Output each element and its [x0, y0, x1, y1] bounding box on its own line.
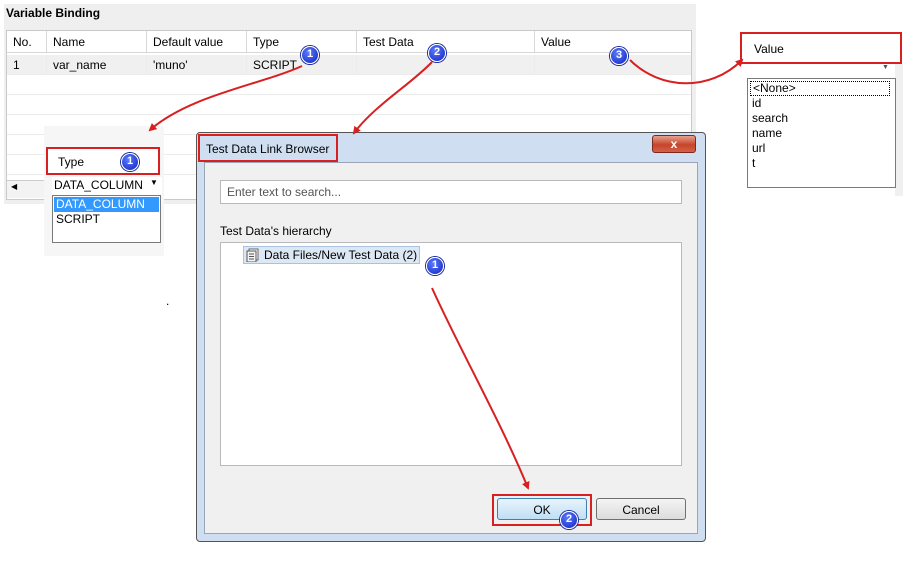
dialog-title: Test Data Link Browser: [206, 142, 330, 156]
column-header-test-data[interactable]: Test Data: [357, 31, 535, 53]
step-badge: 1: [301, 46, 319, 64]
cell-name[interactable]: var_name: [47, 55, 147, 75]
type-options-list[interactable]: DATA_COLUMN SCRIPT: [52, 195, 161, 243]
value-option-search[interactable]: search: [750, 111, 890, 126]
tree-item-label: Data Files/New Test Data (2): [264, 248, 418, 262]
type-header-label: Type: [58, 155, 85, 169]
table-row: [7, 95, 691, 115]
chevron-down-icon[interactable]: ▼: [150, 178, 158, 187]
type-combo-value: DATA_COLUMN: [54, 178, 143, 192]
dialog-title-highlight: Test Data Link Browser: [198, 134, 338, 162]
stray-mark: .: [166, 294, 170, 308]
value-option-t[interactable]: t: [750, 156, 890, 171]
value-option-name[interactable]: name: [750, 126, 890, 141]
column-header-default-value[interactable]: Default value: [147, 31, 247, 53]
step-badge: 1: [426, 257, 444, 275]
type-column-header-highlight: Type: [46, 147, 160, 175]
cancel-button[interactable]: Cancel: [596, 498, 686, 520]
scroll-left-icon[interactable]: ◀: [11, 182, 17, 191]
value-column-header-highlight: Value: [740, 32, 902, 64]
value-options-list[interactable]: <None> id search name url t: [747, 78, 896, 188]
type-option-script[interactable]: SCRIPT: [54, 212, 159, 227]
cell-default-value[interactable]: 'muno': [147, 55, 247, 75]
variable-binding-title: Variable Binding: [6, 6, 101, 20]
table-row: [7, 75, 691, 95]
type-combo-box[interactable]: DATA_COLUMN ▼: [52, 177, 162, 195]
type-option-data-column[interactable]: DATA_COLUMN: [54, 197, 159, 212]
value-header-label: Value: [754, 42, 784, 56]
step-badge: 2: [560, 511, 578, 529]
search-input[interactable]: [220, 180, 682, 204]
column-header-no[interactable]: No.: [7, 31, 47, 53]
chevron-down-icon[interactable]: ▼: [882, 64, 889, 71]
horizontal-scrollbar[interactable]: ◀: [7, 180, 47, 198]
step-badge: 3: [610, 47, 628, 65]
cell-test-data[interactable]: [357, 55, 535, 75]
value-option-url[interactable]: url: [750, 141, 890, 156]
table-row[interactable]: 1 var_name 'muno' SCRIPT: [7, 55, 691, 75]
value-option-id[interactable]: id: [750, 96, 890, 111]
value-list-scrollbar[interactable]: [895, 64, 903, 196]
step-badge: 2: [428, 44, 446, 62]
cell-no: 1: [7, 55, 47, 75]
hierarchy-tree[interactable]: Data Files/New Test Data (2): [220, 242, 682, 466]
value-option-none[interactable]: <None>: [750, 81, 890, 96]
column-header-name[interactable]: Name: [47, 31, 147, 53]
tree-item-data-files[interactable]: Data Files/New Test Data (2): [243, 246, 421, 264]
hierarchy-label: Test Data's hierarchy: [220, 224, 332, 238]
close-button[interactable]: x: [652, 135, 696, 153]
close-icon: x: [670, 137, 678, 151]
test-data-file-icon: [246, 248, 259, 262]
step-badge: 1: [121, 153, 139, 171]
